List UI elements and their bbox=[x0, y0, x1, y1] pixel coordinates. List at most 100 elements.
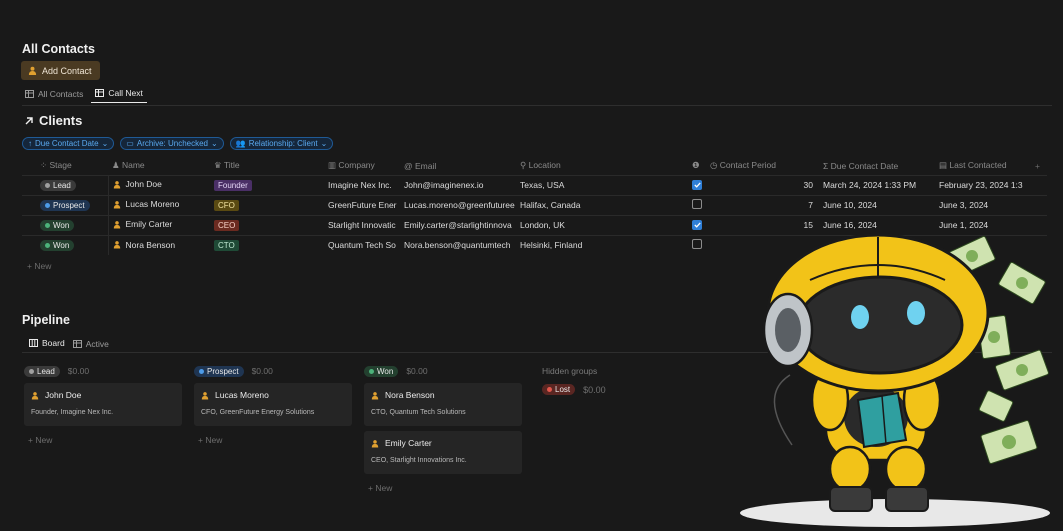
tab-label: Active bbox=[85, 338, 109, 349]
cell-title[interactable]: Founder bbox=[214, 174, 328, 195]
filter-bar: ↑ Due Contact Date ⌄ ▭ Archive: Unchecked ⌄ … bbox=[22, 137, 334, 150]
column-amount: $0.00 bbox=[583, 384, 606, 395]
col-header-location[interactable]: ⚲ Location bbox=[520, 157, 692, 175]
stage-pill: Lead bbox=[40, 179, 76, 191]
cell-archive[interactable] bbox=[692, 194, 710, 215]
stage-label: Prospect bbox=[207, 366, 239, 376]
hidden-group-lost[interactable]: Lost $0.00 bbox=[542, 384, 606, 395]
calendar-icon: ▤ bbox=[939, 160, 950, 171]
tab-board[interactable]: Board bbox=[25, 338, 69, 353]
title-tag: CTO bbox=[214, 239, 239, 251]
add-contact-button[interactable]: Add Contact bbox=[21, 61, 100, 80]
cell-email[interactable]: John@imaginenex.io bbox=[404, 174, 520, 195]
cell-email[interactable]: Lucas.moreno@greenfuturee bbox=[404, 194, 520, 215]
status-dot bbox=[45, 202, 50, 208]
cell-email[interactable]: Emily.carter@starlightinnova bbox=[404, 214, 520, 235]
cell-company[interactable]: Starlight Innovatic bbox=[328, 214, 404, 235]
cell-archive[interactable] bbox=[692, 234, 710, 255]
new-label: New bbox=[205, 435, 223, 445]
cell-location[interactable]: London, UK bbox=[520, 214, 692, 235]
table-row[interactable]: Lead John Doe Founder Imagine Nex Inc. John@… bbox=[22, 174, 1047, 195]
clients-title[interactable]: Clients bbox=[24, 113, 82, 128]
chevron-down-icon: ⌄ bbox=[320, 139, 328, 148]
cell-empty bbox=[1035, 194, 1047, 215]
col-header-label: Contact Period bbox=[719, 160, 777, 171]
cell-last-contacted[interactable]: June 3, 2024 bbox=[939, 194, 1035, 215]
tab-all-contacts[interactable]: All Contacts bbox=[25, 88, 87, 103]
cell-title[interactable]: CEO bbox=[214, 214, 328, 235]
tab-call-next[interactable]: Call Next bbox=[91, 88, 147, 103]
tab-label: All Contacts bbox=[38, 88, 84, 99]
cell-archive[interactable] bbox=[692, 174, 710, 195]
stage-pill: Won bbox=[40, 219, 75, 231]
filter-due-contact-date[interactable]: ↑ Due Contact Date ⌄ bbox=[22, 137, 115, 150]
stage-label: Lost bbox=[555, 385, 571, 394]
cell-archive[interactable] bbox=[692, 214, 710, 235]
cell-location[interactable]: Halifax, Canada bbox=[520, 194, 692, 215]
filter-label: Relationship: Client bbox=[248, 139, 318, 148]
board-card[interactable]: John Doe Founder, Imagine Nex Inc. bbox=[24, 383, 182, 426]
cell-contact-period[interactable]: 7 bbox=[710, 194, 817, 215]
board-card[interactable]: Emily Carter CEO, Starlight Innovations … bbox=[364, 431, 522, 474]
cell-title[interactable]: CTO bbox=[214, 234, 328, 255]
cell-stage[interactable]: Won bbox=[22, 234, 108, 255]
cell-stage[interactable]: Won bbox=[22, 214, 108, 235]
new-label: New bbox=[34, 261, 52, 271]
pin-icon: ⚲ bbox=[520, 160, 529, 171]
add-card-button[interactable]: + New bbox=[24, 435, 182, 445]
add-card-button[interactable]: + New bbox=[364, 483, 522, 493]
add-column-icon[interactable]: + bbox=[1035, 157, 1047, 175]
table-row[interactable]: Prospect Lucas Moreno CFO GreenFuture Ener L… bbox=[22, 194, 1047, 215]
cell-company[interactable]: GreenFuture Ener bbox=[328, 194, 404, 215]
archive-checkbox[interactable] bbox=[692, 239, 702, 250]
stage-label: Prospect bbox=[53, 200, 85, 210]
col-header-title[interactable]: ♛ Title bbox=[214, 157, 328, 175]
cell-location[interactable]: Texas, USA bbox=[520, 174, 692, 195]
board-card[interactable]: Nora Benson CTO, Quantum Tech Solutions bbox=[364, 383, 522, 426]
col-header-label: Stage bbox=[49, 160, 72, 171]
archive-checkbox[interactable] bbox=[692, 220, 702, 230]
cell-due-date[interactable]: March 24, 2024 1:33 PM bbox=[817, 174, 939, 195]
stage-pill: Won bbox=[364, 365, 399, 377]
filter-archive[interactable]: ▭ Archive: Unchecked ⌄ bbox=[120, 137, 224, 150]
archive-checkbox[interactable] bbox=[692, 199, 702, 209]
cell-name[interactable]: John Doe bbox=[107, 174, 214, 195]
cell-last-contacted[interactable]: February 23, 2024 1:3 bbox=[939, 174, 1035, 195]
cell-name[interactable]: Nora Benson bbox=[107, 234, 214, 255]
cell-location[interactable]: Helsinki, Finland bbox=[520, 234, 692, 255]
archive-checkbox[interactable] bbox=[692, 180, 702, 190]
col-header-archive[interactable]: ❶ bbox=[692, 157, 710, 175]
filter-relationship[interactable]: 👥 Relationship: Client ⌄ bbox=[229, 137, 334, 150]
new-label: New bbox=[35, 435, 53, 445]
cell-title[interactable]: CFO bbox=[214, 194, 328, 215]
arrow-up-right-icon bbox=[25, 116, 33, 124]
tab-active[interactable]: Active bbox=[72, 338, 113, 353]
col-header-stage[interactable]: ⁘ Stage bbox=[22, 157, 108, 175]
cell-email[interactable]: Nora.benson@quantumtech bbox=[404, 234, 520, 255]
col-header-last-contacted[interactable]: ▤ Last Contacted bbox=[939, 157, 1035, 175]
cell-contact-period[interactable]: 30 bbox=[710, 174, 817, 195]
cell-stage[interactable]: Prospect bbox=[22, 194, 108, 215]
cell-name[interactable]: Emily Carter bbox=[107, 214, 214, 235]
view-tabs: All Contacts Call Next bbox=[25, 88, 147, 103]
col-header-name[interactable]: ♟ Name bbox=[108, 157, 214, 175]
person-icon bbox=[28, 66, 37, 75]
col-header-company[interactable]: ▥ Company bbox=[328, 157, 404, 175]
add-card-button[interactable]: + New bbox=[194, 435, 352, 445]
stage-label: Lead bbox=[53, 180, 71, 190]
card-name: Emily Carter bbox=[385, 438, 432, 448]
cell-stage[interactable]: Lead bbox=[22, 174, 108, 195]
cell-company[interactable]: Imagine Nex Inc. bbox=[328, 174, 404, 195]
column-amount: $0.00 bbox=[67, 366, 90, 376]
board-card[interactable]: Lucas Moreno CFO, GreenFuture Energy Sol… bbox=[194, 383, 352, 426]
person-icon bbox=[201, 391, 209, 399]
col-header-due-contact-date[interactable]: Σ Due Contact Date bbox=[817, 157, 939, 175]
hidden-groups-label: Hidden groups bbox=[542, 366, 598, 376]
col-header-email[interactable]: @ Email bbox=[404, 157, 520, 175]
col-header-contact-period[interactable]: ◷ Contact Period bbox=[710, 157, 817, 175]
cell-name[interactable]: Lucas Moreno bbox=[107, 194, 214, 215]
stage-label: Won bbox=[377, 366, 394, 376]
cell-company[interactable]: Quantum Tech So bbox=[328, 234, 404, 255]
add-row-button[interactable]: + New bbox=[27, 261, 51, 271]
cell-due-date[interactable]: June 10, 2024 bbox=[817, 194, 939, 215]
